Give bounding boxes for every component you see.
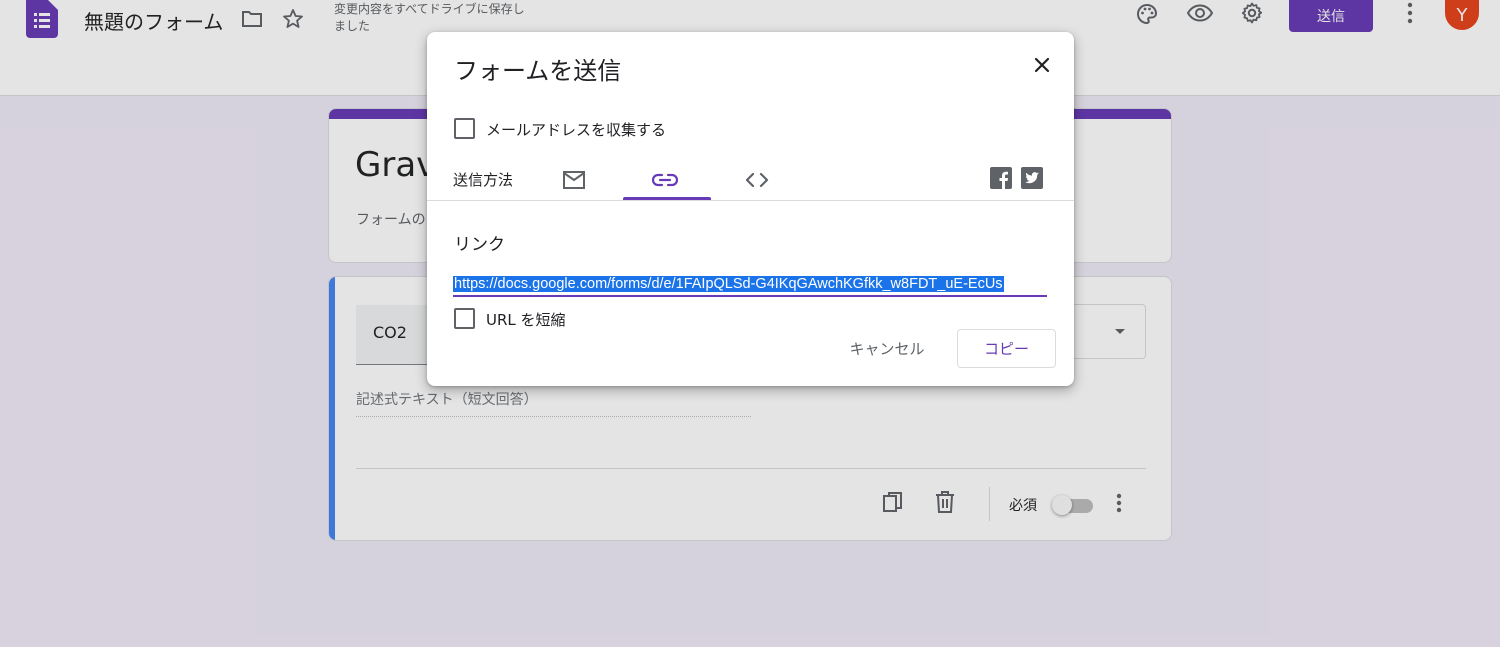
- tab-email[interactable]: [549, 160, 599, 200]
- tab-embed[interactable]: [732, 160, 782, 200]
- send-via-label: 送信方法: [453, 171, 514, 189]
- close-icon[interactable]: [1027, 50, 1057, 80]
- collect-email-checkbox[interactable]: [454, 118, 475, 139]
- link-url-text[interactable]: https://docs.google.com/forms/d/e/1FAIpQ…: [453, 276, 1004, 292]
- shorten-url-label[interactable]: URL を短縮: [486, 309, 566, 330]
- send-form-dialog: フォームを送信 メールアドレスを収集する 送信方法 リンク https://do…: [427, 32, 1074, 386]
- link-heading: リンク: [454, 235, 505, 255]
- shorten-url-checkbox[interactable]: [454, 308, 475, 329]
- mail-icon: [563, 171, 585, 189]
- code-icon: [745, 172, 769, 188]
- link-url-field[interactable]: https://docs.google.com/forms/d/e/1FAIpQ…: [453, 273, 1047, 297]
- cancel-button[interactable]: キャンセル: [837, 329, 937, 367]
- twitter-icon[interactable]: [1021, 167, 1043, 189]
- collect-email-label[interactable]: メールアドレスを収集する: [486, 119, 666, 140]
- tabs-divider: [427, 200, 1074, 201]
- tab-link[interactable]: [640, 160, 690, 200]
- dialog-title: フォームを送信: [454, 57, 622, 85]
- copy-button[interactable]: コピー: [957, 329, 1056, 368]
- link-icon: [652, 173, 678, 187]
- facebook-icon[interactable]: [990, 167, 1012, 189]
